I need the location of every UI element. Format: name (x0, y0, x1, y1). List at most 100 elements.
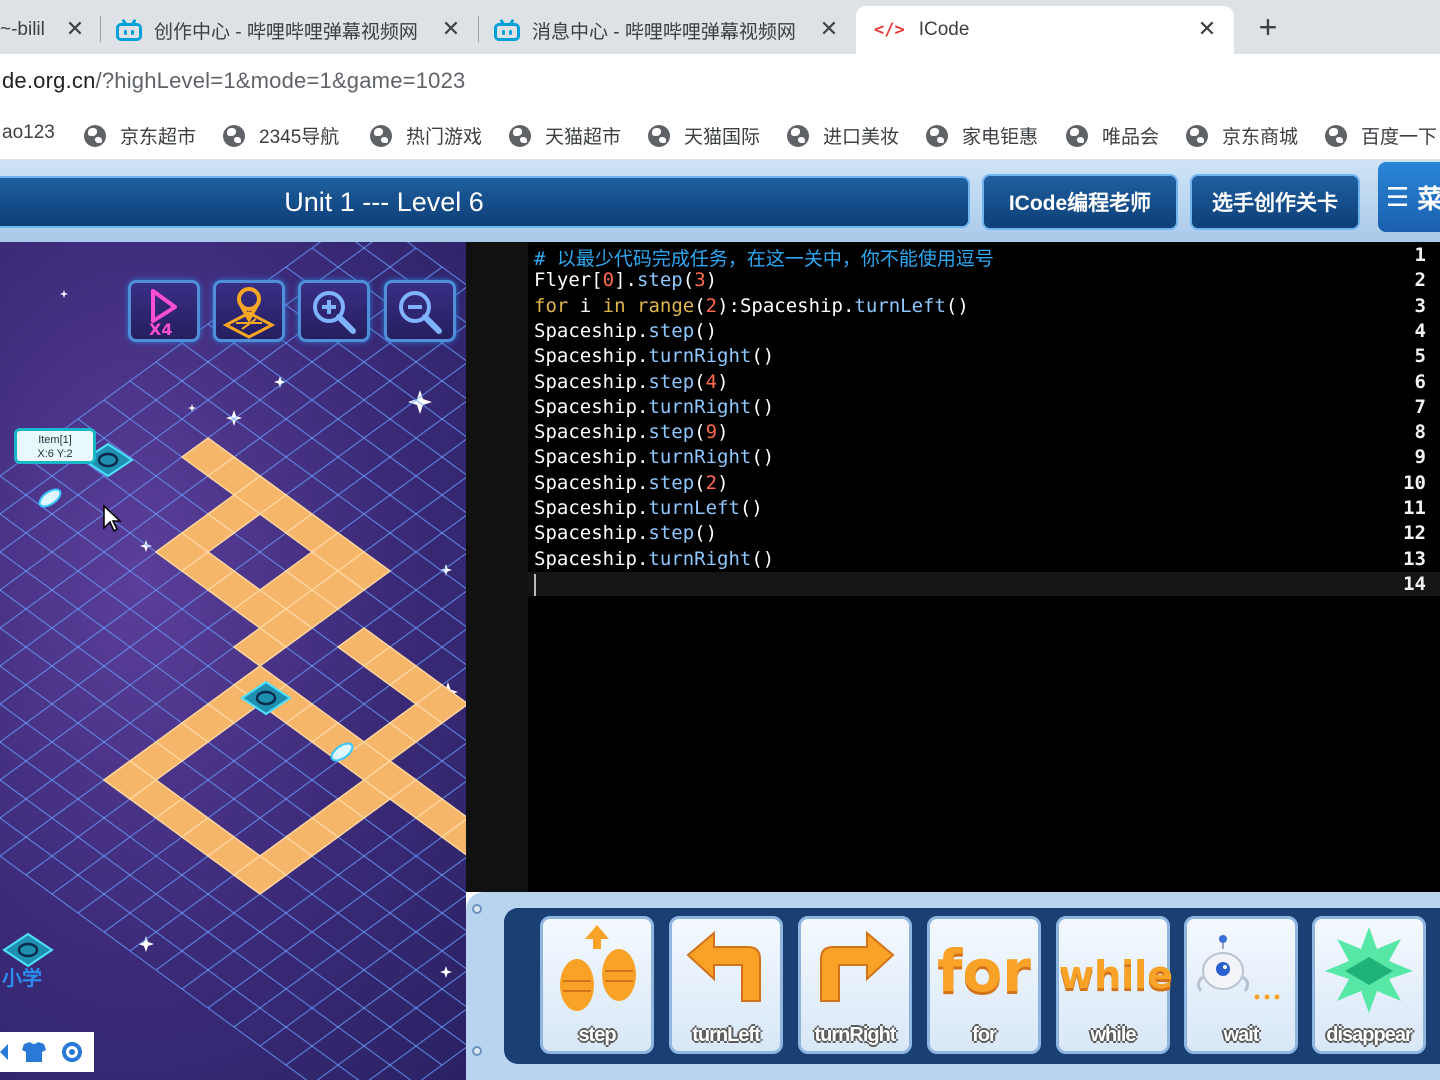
tab-icode[interactable]: </> ICode ✕ (856, 6, 1234, 54)
bookmark-item[interactable]: 进口美妆 (787, 122, 899, 149)
bookmark-label: 热门游戏 (406, 127, 483, 148)
code-line[interactable]: Spaceship.step() (534, 522, 717, 544)
code-line[interactable]: Spaceship.turnLeft() (534, 497, 763, 519)
bookmark-item[interactable]: 天猫国际 (648, 122, 760, 149)
block-label: turnLeft (692, 1024, 761, 1046)
bookmark-item[interactable]: 天猫超市 (509, 122, 621, 149)
star-icon (440, 966, 452, 978)
turn-left-arrow-icon (686, 930, 761, 1002)
close-icon[interactable]: ✕ (816, 16, 842, 42)
code-line[interactable]: # 以最少代码完成任务，在这一关中，你不能使用逗号 (534, 244, 994, 271)
block-label: step (578, 1024, 616, 1046)
globe-icon (1186, 124, 1208, 147)
line-number-gutter (466, 242, 528, 892)
star-icon (60, 290, 68, 298)
globe-icon (370, 124, 392, 147)
code-line[interactable]: Spaceship.step(2) (534, 472, 729, 494)
tab-separator (478, 16, 479, 42)
footer-icons (0, 1042, 82, 1062)
bookmark-item[interactable]: 京东商城 (1186, 122, 1298, 149)
globe-icon (509, 124, 531, 147)
screw-dot (472, 904, 482, 914)
zoom-in-button[interactable] (298, 280, 370, 342)
code-line[interactable]: Spaceship.step(9) (534, 421, 729, 443)
globe-icon (926, 124, 948, 147)
for-word: for (937, 937, 1031, 1005)
close-icon[interactable]: ✕ (62, 16, 88, 42)
block-for[interactable]: for for (927, 916, 1041, 1054)
globe-icon (1066, 124, 1088, 147)
line-number: 6 (1414, 370, 1426, 393)
game-header: Unit 1 --- Level 6 ICode编程老师 选手创作关卡 ☰ 菜 (0, 160, 1440, 242)
tab-title: 创作中心 - 哔哩哔哩弹幕视频网 (154, 21, 418, 43)
block-label: wait (1223, 1024, 1260, 1046)
globe-icon (648, 124, 670, 147)
close-icon[interactable]: ✕ (1194, 16, 1220, 42)
url-text[interactable]: de.org.cn/?highLevel=1&mode=1&game=1023 (2, 68, 465, 94)
code-line[interactable]: Spaceship.step(4) (534, 371, 729, 393)
block-turnright[interactable]: turnRight (798, 916, 912, 1054)
tab-bilibili[interactable]: ~-bilil ✕ (0, 6, 96, 54)
code-line[interactable]: Spaceship.turnRight() (534, 396, 774, 418)
block-disappear[interactable]: disappear (1312, 916, 1426, 1054)
bookmark-item[interactable]: 京东超市 (84, 122, 196, 149)
play-speed-icon: X4 (149, 289, 177, 339)
tab-title: 消息中心 - 哔哩哔哩弹幕视频网 (532, 21, 796, 43)
block-label: while (1090, 1024, 1136, 1046)
code-line[interactable]: Spaceship.turnRight() (534, 446, 774, 468)
zoom-in-icon (313, 291, 356, 334)
locate-button[interactable] (213, 280, 285, 342)
line-number: 7 (1414, 395, 1426, 418)
block-wait[interactable]: wait (1184, 916, 1298, 1054)
line-number: 5 (1414, 345, 1426, 368)
level-title: Unit 1 --- Level 6 (0, 176, 970, 228)
new-tab-button[interactable]: + (1250, 10, 1286, 46)
line-number: 8 (1414, 421, 1426, 444)
robot-wait-icon (1196, 935, 1280, 1000)
tab-message-center[interactable]: 消息中心 - 哔哩哔哩弹幕视频网 ✕ (494, 6, 850, 54)
url-host: de.org.cn (2, 68, 96, 93)
tab-separator (100, 16, 101, 42)
isometric-grid (0, 242, 466, 1080)
address-bar[interactable]: de.org.cn/?highLevel=1&mode=1&game=1023 (0, 54, 1440, 110)
block-while[interactable]: while while (1056, 916, 1173, 1054)
code-line[interactable]: Spaceship.step() (534, 320, 717, 342)
code-line[interactable]: Spaceship.turnRight() (534, 345, 774, 367)
line-number: 11 (1403, 497, 1426, 519)
item-tooltip: Item[1] X:6 Y:2 (14, 428, 96, 464)
bookmark-item[interactable]: 2345导航 (223, 122, 339, 149)
menu-button[interactable]: ☰ 菜 (1378, 162, 1440, 232)
bookmark-item[interactable]: 百度一下 (1325, 122, 1437, 149)
disappear-burst-icon (1325, 927, 1413, 1013)
bookmark-item[interactable]: ao123 (2, 122, 55, 144)
speed-x4-button[interactable]: X4 (128, 280, 200, 342)
while-word: while (1059, 953, 1173, 997)
bookmark-label: 家电钜惠 (962, 127, 1039, 148)
block-step[interactable]: step (540, 916, 654, 1054)
create-level-button[interactable]: 选手创作关卡 (1190, 174, 1360, 230)
bookmark-label: 京东商城 (1222, 127, 1299, 148)
line-number: 1 (1414, 244, 1426, 266)
tab-creation-center[interactable]: 创作中心 - 哔哩哔哩弹幕视频网 ✕ (116, 6, 472, 54)
bookmark-item[interactable]: 热门游戏 (370, 122, 482, 149)
shirt-icon[interactable] (22, 1042, 46, 1062)
code-line[interactable]: Spaceship.turnRight() (534, 548, 774, 570)
globe-icon (1325, 124, 1347, 147)
line-number: 4 (1414, 319, 1426, 342)
line-number: 14 (1403, 572, 1426, 595)
line-number: 2 (1414, 269, 1426, 292)
bookmark-item[interactable]: 唯品会 (1066, 122, 1159, 149)
line-number: 3 (1414, 294, 1426, 317)
code-editor[interactable]: 1 2 3 4 5 6 7 8 9 10 11 12 13 14 # 以最少代码完成任务，在这一关中，你不… (466, 242, 1440, 892)
game-scene[interactable]: X4 Item[1] X:6 Y:2 小学 (0, 242, 466, 1080)
arrow-icon[interactable] (0, 1044, 8, 1060)
menu-label: 菜 (1417, 183, 1440, 214)
bookmark-item[interactable]: 家电钜惠 (926, 122, 1038, 149)
code-line[interactable]: Flyer[0].step(3) (534, 269, 717, 291)
zoom-out-button[interactable] (384, 280, 456, 342)
code-line[interactable]: for i in range(2):Spaceship.turnLeft() (534, 295, 969, 317)
close-icon[interactable]: ✕ (438, 16, 464, 42)
block-label: disappear (1326, 1024, 1412, 1046)
icode-teacher-button[interactable]: ICode编程老师 (982, 174, 1178, 230)
block-turnleft[interactable]: turnLeft (669, 916, 783, 1054)
